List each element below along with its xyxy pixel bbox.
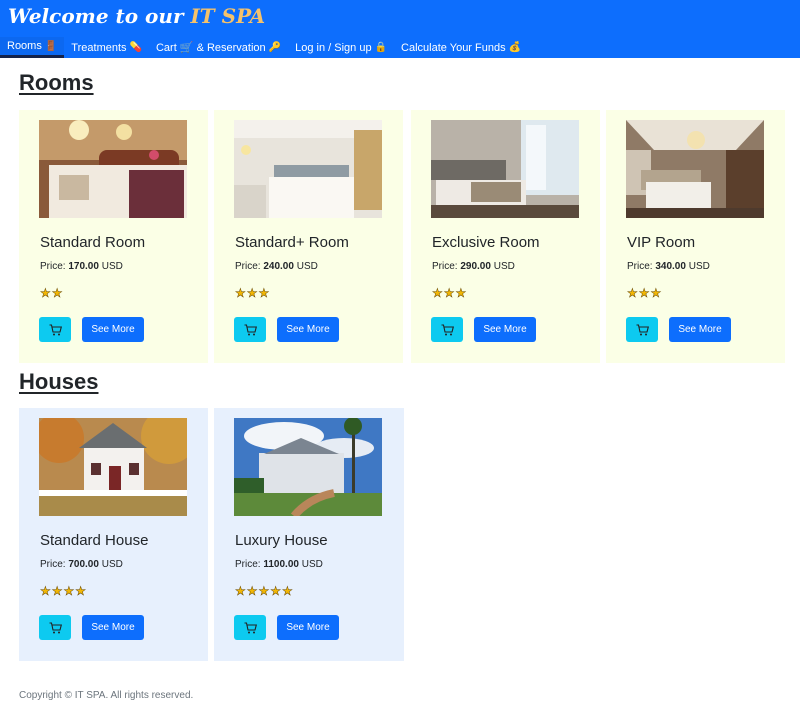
- star-rating: ★★: [40, 286, 64, 301]
- nav-label: Treatments: [71, 41, 127, 54]
- house-card-standard: Standard House Price: 700.00 USD ★★★★ Se…: [19, 408, 208, 661]
- see-more-button[interactable]: See More: [277, 317, 339, 342]
- money-bag-icon: 💰: [508, 42, 522, 53]
- star-rating: ★★★★: [40, 584, 88, 599]
- house-photo-luxury: [234, 418, 382, 516]
- house-photo-standard: [39, 418, 187, 516]
- nav-link-cart-reservation[interactable]: Cart 🛒 & Reservation 🔑: [149, 37, 288, 58]
- nav-label: Calculate Your Funds: [401, 41, 506, 54]
- nav-link-rooms[interactable]: Rooms 🚪: [0, 37, 65, 58]
- room-card-exclusive: Exclusive Room Price: 290.00 USD ★★★ See…: [411, 110, 600, 363]
- house-price: Price: 700.00 USD: [40, 559, 123, 570]
- cart-icon: [244, 323, 257, 335]
- key-icon: 🔑: [268, 42, 282, 53]
- brand-prefix: Welcome to our: [8, 4, 184, 28]
- room-name: VIP Room: [627, 234, 696, 251]
- see-more-button[interactable]: See More: [474, 317, 536, 342]
- house-card-luxury: Luxury House Price: 1100.00 USD ★★★★★ Se…: [214, 408, 404, 661]
- cart-icon: [244, 621, 257, 633]
- nav-label: Cart 🛒 & Reservation: [155, 42, 266, 54]
- room-name: Exclusive Room: [432, 234, 540, 251]
- brand-title[interactable]: Welcome to our IT SPA: [8, 4, 265, 28]
- star-rating: ★★★: [627, 286, 663, 301]
- room-card-standard: Standard Room Price: 170.00 USD ★★ See M…: [19, 110, 208, 363]
- cart-icon: [636, 323, 649, 335]
- room-photo-vip: [626, 120, 764, 218]
- star-rating: ★★★: [235, 286, 271, 301]
- nav-link-login-signup[interactable]: Log in / Sign up 🔒: [288, 37, 394, 58]
- add-to-cart-button[interactable]: [234, 317, 266, 342]
- room-name: Standard Room: [40, 234, 146, 251]
- room-card-vip: VIP Room Price: 340.00 USD ★★★ See More: [606, 110, 785, 363]
- room-photo-standard-plus: [234, 120, 382, 218]
- room-price: Price: 170.00 USD: [40, 261, 123, 272]
- cart-icon: [49, 621, 62, 633]
- main-nav: Rooms 🚪 Treatments 💊 Cart 🛒 & Reservation 🔑…: [0, 37, 528, 58]
- star-rating: ★★★★★: [235, 584, 294, 599]
- see-more-button[interactable]: See More: [82, 615, 144, 640]
- star-rating: ★★★: [432, 286, 468, 301]
- door-icon: 🚪: [44, 40, 58, 52]
- nav-link-calculate-funds[interactable]: Calculate Your Funds 💰: [394, 37, 528, 58]
- pill-icon: 💊: [129, 42, 142, 53]
- room-photo-exclusive: [431, 120, 579, 218]
- see-more-button[interactable]: See More: [669, 317, 731, 342]
- nav-label: Log in / Sign up: [295, 41, 372, 54]
- nav-label: Rooms: [7, 40, 42, 52]
- add-to-cart-button[interactable]: [626, 317, 658, 342]
- room-photo-standard: [39, 120, 187, 218]
- add-to-cart-button[interactable]: [39, 615, 71, 640]
- room-name: Standard+ Room: [235, 234, 349, 251]
- cart-icon: [441, 323, 454, 335]
- house-price: Price: 1100.00 USD: [235, 559, 323, 570]
- brand-name: IT SPA: [190, 4, 266, 28]
- room-price: Price: 290.00 USD: [432, 261, 515, 272]
- rooms-heading: Rooms: [19, 70, 94, 95]
- add-to-cart-button[interactable]: [39, 317, 71, 342]
- add-to-cart-button[interactable]: [234, 615, 266, 640]
- nav-link-treatments[interactable]: Treatments 💊: [64, 37, 149, 58]
- room-price: Price: 340.00 USD: [627, 261, 710, 272]
- see-more-button[interactable]: See More: [82, 317, 144, 342]
- houses-heading: Houses: [19, 369, 99, 394]
- house-name: Luxury House: [235, 532, 328, 549]
- cart-icon: [49, 323, 62, 335]
- add-to-cart-button[interactable]: [431, 317, 463, 342]
- top-navbar: Welcome to our IT SPA Rooms 🚪 Treatments 💊…: [0, 0, 800, 58]
- see-more-button[interactable]: See More: [277, 615, 339, 640]
- house-name: Standard House: [40, 532, 149, 549]
- footer-copyright: Copyright © IT SPA. All rights reserved.: [19, 690, 194, 701]
- room-price: Price: 240.00 USD: [235, 261, 318, 272]
- lock-icon: 🔒: [374, 42, 388, 53]
- room-card-standard-plus: Standard+ Room Price: 240.00 USD ★★★ See…: [214, 110, 403, 363]
